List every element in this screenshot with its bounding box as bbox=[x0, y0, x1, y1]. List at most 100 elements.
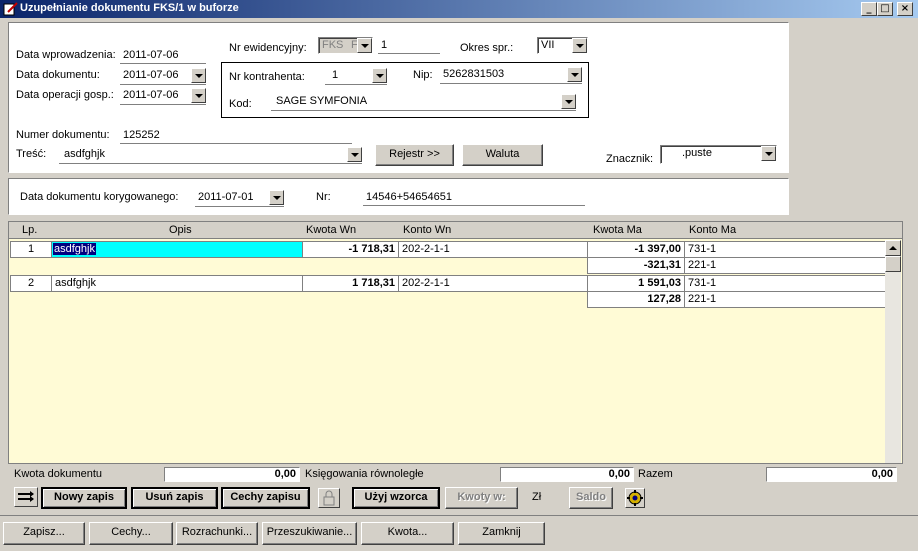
razem-label: Razem bbox=[638, 468, 673, 480]
okres-value: VII bbox=[541, 39, 555, 51]
chevron-down-icon[interactable] bbox=[572, 38, 587, 53]
znacznik-label: Znacznik: bbox=[606, 153, 654, 165]
numer-dokumentu-label: Numer dokumentu: bbox=[16, 129, 110, 141]
footer-divider bbox=[0, 515, 918, 516]
usun-zapis-button[interactable]: Usuń zapis bbox=[131, 487, 218, 509]
table-row-opis[interactable]: asdfghjk bbox=[51, 275, 303, 292]
document-pen-icon bbox=[3, 2, 18, 16]
uzyj-wzorca-button[interactable]: Użyj wzorca bbox=[352, 487, 440, 509]
table-row-konto-ma[interactable]: 221-1 bbox=[684, 257, 886, 274]
nr-ewidencyjny-prefix-combo[interactable]: FKS F bbox=[318, 37, 373, 54]
tresc-combo[interactable]: asdfghjk bbox=[59, 147, 362, 164]
toggle-view-button[interactable] bbox=[14, 487, 38, 507]
scroll-thumb[interactable] bbox=[885, 256, 901, 272]
data-korygowanego-label: Data dokumentu korygowanego: bbox=[20, 191, 179, 203]
ksiegowania-field: 0,00 bbox=[500, 467, 634, 482]
data-dokumentu-label: Data dokumentu: bbox=[16, 69, 100, 81]
nip-value: 5262831503 bbox=[443, 68, 505, 80]
numer-dokumentu-field[interactable]: 125252 bbox=[120, 128, 352, 144]
col-kwota-ma: Kwota Ma bbox=[593, 224, 642, 236]
chevron-down-icon[interactable] bbox=[357, 38, 372, 53]
chevron-down-icon[interactable] bbox=[191, 88, 206, 103]
nr-ewidencyjny-prefix: FKS bbox=[322, 39, 344, 51]
lock-icon bbox=[323, 490, 335, 506]
table-row-kwota-ma[interactable]: 127,28 bbox=[587, 291, 685, 308]
data-operacji-label: Data operacji gosp.: bbox=[16, 89, 114, 101]
chevron-down-icon[interactable] bbox=[567, 67, 582, 82]
chevron-down-icon[interactable] bbox=[347, 147, 362, 162]
cechy-zapisu-button[interactable]: Cechy zapisu bbox=[221, 487, 310, 509]
data-wprowadzenia-field[interactable]: 2011-07-06 bbox=[120, 48, 206, 64]
data-operacji-value: 2011-07-06 bbox=[123, 89, 179, 101]
zamknij-button[interactable]: Zamknij bbox=[458, 522, 545, 545]
saldo-button[interactable]: Saldo bbox=[569, 487, 613, 509]
okres-combo[interactable]: VII bbox=[537, 37, 588, 54]
table-row-kwota-ma[interactable]: 1 591,03 bbox=[587, 275, 685, 292]
gear-icon bbox=[627, 490, 643, 506]
nowy-zapis-button[interactable]: Nowy zapis bbox=[41, 487, 127, 509]
kwota-button[interactable]: Kwota... bbox=[361, 522, 454, 545]
cechy-button[interactable]: Cechy... bbox=[89, 522, 173, 545]
waluta-button[interactable]: Waluta bbox=[462, 144, 543, 166]
table-row-konto-ma[interactable]: 731-1 bbox=[684, 241, 886, 258]
data-operacji-combo[interactable]: 2011-07-06 bbox=[120, 88, 206, 105]
ksiegowania-label: Księgowania równoległe bbox=[305, 468, 424, 480]
scroll-up-button[interactable] bbox=[885, 240, 901, 256]
przeszukiwanie-button[interactable]: Przeszukiwanie... bbox=[262, 522, 357, 545]
table-row-konto-wn[interactable]: 202-2-1-1 bbox=[398, 275, 588, 292]
kod-label: Kod: bbox=[229, 98, 252, 110]
nr-kontrahenta-label: Nr kontrahenta: bbox=[229, 71, 305, 83]
window-title: Uzupełnianie dokumentu FKS/1 w buforze bbox=[20, 2, 239, 14]
table-row-konto-ma[interactable]: 221-1 bbox=[684, 291, 886, 308]
chevron-down-icon[interactable] bbox=[761, 146, 776, 161]
col-lp: Lp. bbox=[22, 224, 38, 236]
close-button[interactable]: × bbox=[897, 2, 913, 16]
lock-button[interactable] bbox=[318, 488, 340, 508]
table-row-lp[interactable]: 1 bbox=[10, 241, 52, 258]
razem-field: 0,00 bbox=[766, 467, 897, 482]
nr-korygowanego-label: Nr: bbox=[316, 191, 331, 203]
correction-panel: Data dokumentu korygowanego: 2011-07-01 … bbox=[8, 178, 789, 215]
chevron-down-icon[interactable] bbox=[372, 68, 387, 83]
data-korygowanego-combo[interactable]: 2011-07-01 bbox=[195, 190, 284, 207]
grid-vertical-scrollbar[interactable] bbox=[885, 240, 901, 463]
title-bar: Uzupełnianie dokumentu FKS/1 w buforze _… bbox=[0, 0, 918, 18]
chevron-down-icon[interactable] bbox=[561, 94, 576, 109]
table-row-kwota-ma[interactable]: -1 397,00 bbox=[587, 241, 685, 258]
data-dokumentu-combo[interactable]: 2011-07-06 bbox=[120, 68, 206, 85]
minimize-button[interactable]: _ bbox=[861, 2, 877, 16]
arrows-icon bbox=[18, 491, 34, 502]
col-konto-wn: Konto Wn bbox=[403, 224, 452, 236]
data-wprowadzenia-label: Data wprowadzenia: bbox=[16, 49, 116, 61]
kod-combo[interactable]: SAGE SYMFONIA bbox=[271, 94, 576, 111]
kwoty-w-button[interactable]: Kwoty w: bbox=[445, 487, 518, 509]
maximize-button[interactable]: □ bbox=[877, 2, 893, 16]
document-header-panel: Data wprowadzenia: 2011-07-06 Data dokum… bbox=[8, 22, 789, 173]
chevron-down-icon[interactable] bbox=[191, 68, 206, 83]
tresc-label: Treść: bbox=[16, 148, 47, 160]
arrow-up-icon bbox=[889, 246, 897, 250]
kwota-dokumentu-label: Kwota dokumentu bbox=[14, 468, 103, 480]
nr-ewidencyjny-field[interactable]: 1 bbox=[378, 38, 440, 54]
table-row-konto-ma[interactable]: 731-1 bbox=[684, 275, 886, 292]
table-row-konto-wn[interactable]: 202-2-1-1 bbox=[398, 241, 588, 258]
rozrachunki-button[interactable]: Rozrachunki... bbox=[176, 522, 258, 545]
znacznik-value: .puste bbox=[682, 147, 712, 159]
table-row-opis: asdfghjk bbox=[53, 243, 96, 255]
grid-header: Lp. Opis Kwota Wn Konto Wn Kwota Ma Kont… bbox=[9, 222, 902, 239]
col-opis: Opis bbox=[169, 224, 192, 236]
table-row-kwota-ma[interactable]: -321,31 bbox=[587, 257, 685, 274]
table-row-kwota-wn[interactable]: 1 718,31 bbox=[302, 275, 399, 292]
table-row-kwota-wn[interactable]: -1 718,31 bbox=[302, 241, 399, 258]
settings-button[interactable] bbox=[625, 488, 645, 508]
currency-label: Zł bbox=[532, 491, 542, 503]
nr-kontrahenta-combo[interactable]: 1 bbox=[325, 68, 387, 85]
zapisz-button[interactable]: Zapisz... bbox=[3, 522, 85, 545]
chevron-down-icon[interactable] bbox=[269, 190, 284, 205]
nr-korygowanego-field[interactable]: 14546+54654651 bbox=[363, 190, 585, 206]
nip-combo[interactable]: 5262831503 bbox=[440, 67, 582, 84]
rejestr-button[interactable]: Rejestr >> bbox=[375, 144, 454, 166]
table-row-opis-selected[interactable]: asdfghjk bbox=[51, 241, 303, 258]
znacznik-combo[interactable]: .puste bbox=[660, 145, 777, 164]
table-row-lp[interactable]: 2 bbox=[10, 275, 52, 292]
